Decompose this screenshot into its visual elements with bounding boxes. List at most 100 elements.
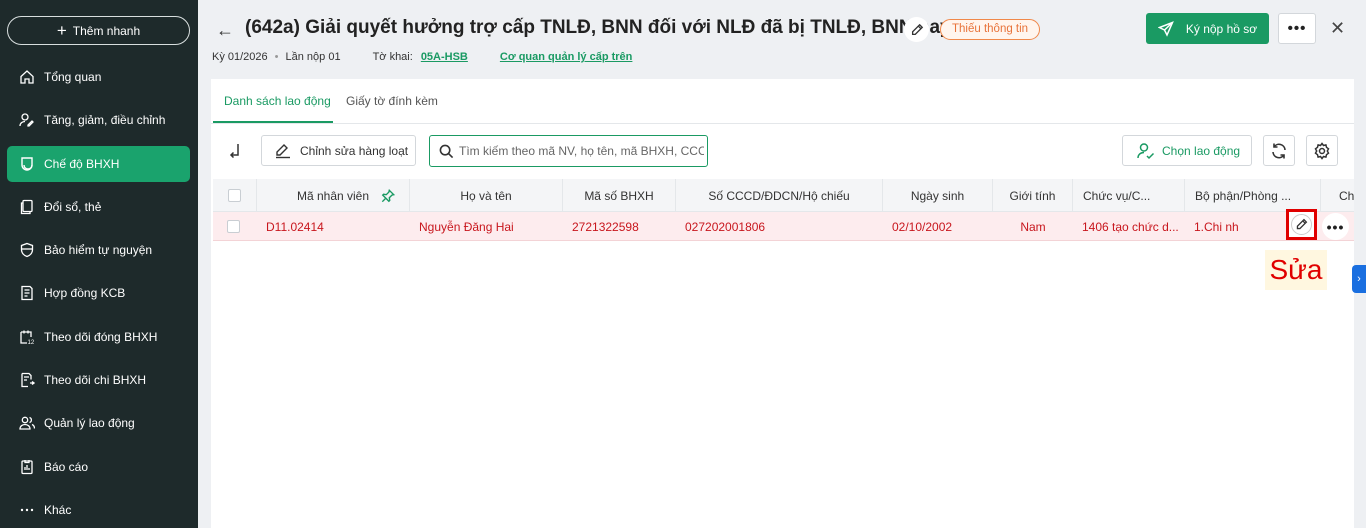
search-icon: [439, 144, 454, 158]
tab-employee-list[interactable]: Danh sách lao động: [224, 94, 331, 108]
row-edit-button[interactable]: [1286, 209, 1317, 240]
calendar-track-icon: 12: [20, 330, 35, 345]
more-horizontal-icon: •••: [1287, 20, 1307, 37]
sidebar-item-track-spending[interactable]: Theo dõi chi BHXH: [7, 362, 190, 398]
sidebar-item-bhxh-benefits[interactable]: Chế độ BHXH: [7, 145, 190, 182]
select-all-cell: [213, 179, 257, 212]
column-header-full-name[interactable]: Họ và tên: [410, 179, 563, 212]
period-text: Kỳ 01/2026: [212, 51, 268, 63]
more-dots-icon: [20, 508, 34, 512]
quick-add-label: Thêm nhanh: [72, 23, 141, 38]
document-track-icon: [21, 372, 35, 388]
plus-icon: +: [56, 21, 67, 40]
sidebar-item-label: Tăng, giảm, điều chỉnh: [44, 113, 166, 128]
column-header-label: Họ và tên: [460, 188, 512, 203]
sidebar-item-label: Theo dõi chi BHXH: [44, 373, 147, 388]
send-icon: [1157, 20, 1174, 37]
more-options-button[interactable]: •••: [1278, 13, 1316, 44]
gear-icon: [1314, 141, 1330, 160]
page-title: (642a) Giải quyết hưởng trợ cấp TNLĐ, BN…: [245, 17, 966, 38]
settings-button[interactable]: [1306, 135, 1338, 166]
expand-panel-tab[interactable]: ›: [1352, 265, 1366, 293]
form-label: Tờ khai:: [372, 51, 413, 63]
report-icon: [21, 459, 33, 474]
cell-department: 1.Chi nh: [1194, 219, 1239, 234]
sidebar-item-label: Đổi sổ, thẻ: [44, 199, 102, 214]
separator-dot: •: [274, 51, 279, 63]
user-check-icon: [1137, 142, 1155, 159]
column-header-partial[interactable]: Ch: [1321, 179, 1354, 212]
submit-label: Ký nộp hồ sơ: [1185, 21, 1258, 36]
contract-icon: [21, 286, 33, 301]
refresh-button[interactable]: [1263, 135, 1295, 166]
more-horizontal-icon: •••: [1326, 218, 1345, 235]
edit-title-button[interactable]: [904, 17, 929, 42]
agency-link[interactable]: Cơ quan quản lý cấp trên: [500, 51, 633, 63]
active-tab-indicator: [213, 121, 333, 123]
column-header-label: Ch: [1339, 188, 1354, 203]
select-all-checkbox[interactable]: [228, 189, 241, 202]
column-header-label: Bộ phận/Phòng ...: [1195, 188, 1292, 203]
column-header-label: Số CCCD/ĐDCN/Hộ chiếu: [708, 188, 850, 203]
column-header-position[interactable]: Chức vụ/C...: [1073, 179, 1185, 212]
bulk-edit-label: Chỉnh sửa hàng loạt: [300, 143, 409, 158]
column-header-dob[interactable]: Ngày sinh: [883, 179, 993, 212]
search-box[interactable]: [429, 135, 708, 167]
sidebar-item-overview[interactable]: Tổng quan: [7, 59, 190, 95]
user-edit-icon: [19, 113, 34, 127]
sidebar-item-reports[interactable]: Báo cáo: [7, 449, 190, 485]
copy-card-icon: [20, 199, 33, 215]
back-arrow-icon[interactable]: ←: [216, 20, 234, 41]
cell-full-name: Nguyễn Đăng Hai: [419, 219, 514, 234]
sidebar-item-track-payment[interactable]: 12 Theo dõi đóng BHXH: [7, 319, 190, 355]
cell-cccd: 027202001806: [685, 219, 766, 234]
quick-add-button[interactable]: + Thêm nhanh: [7, 16, 190, 45]
submission-text: Lần nộp 01: [285, 51, 341, 63]
tab-attachments[interactable]: Giấy tờ đính kèm: [346, 94, 438, 108]
sidebar-item-card-change[interactable]: Đổi sổ, thẻ: [7, 189, 190, 225]
column-header-employee-id[interactable]: Mã nhân viên: [257, 179, 410, 212]
column-header-label: Mã nhân viên: [296, 188, 370, 203]
pin-icon[interactable]: [381, 188, 395, 203]
form-code-link[interactable]: 05A-HSB: [421, 51, 468, 63]
column-header-gender[interactable]: Giới tính: [993, 179, 1073, 212]
edit-annotation-label: Sửa: [1265, 250, 1327, 290]
choose-employee-button[interactable]: Chọn lao động: [1122, 135, 1252, 166]
sidebar-item-label: Theo dõi đóng BHXH: [44, 329, 158, 344]
svg-text:12: 12: [28, 340, 35, 345]
row-select-cell: [227, 212, 240, 241]
sidebar-item-voluntary-insurance[interactable]: Bảo hiểm tự nguyện: [7, 232, 190, 268]
shield-icon: [20, 242, 34, 258]
table-header: Mã nhân viên Họ và tên Mã số BHXH Số CCC…: [213, 179, 1354, 212]
sidebar-item-label: Bảo hiểm tự nguyện: [44, 243, 153, 258]
sidebar-item-label: Quản lý lao động: [44, 416, 135, 431]
choose-employee-label: Chọn lao động: [1162, 143, 1241, 158]
pencil-icon: [1296, 218, 1308, 230]
sidebar-item-other[interactable]: Khác: [7, 492, 190, 528]
sidebar-item-adjust[interactable]: Tăng, giảm, điều chỉnh: [7, 102, 190, 138]
column-header-cccd[interactable]: Số CCCD/ĐDCN/Hộ chiếu: [676, 179, 883, 212]
sort-arrow-icon[interactable]: [228, 142, 242, 163]
search-input[interactable]: [459, 144, 704, 158]
status-badge: Thiếu thông tin: [940, 19, 1041, 40]
shield-health-icon: [21, 156, 33, 171]
close-icon[interactable]: ✕: [1330, 18, 1345, 39]
table-row[interactable]: D11.02414 Nguyễn Đăng Hai 2721322598 027…: [213, 212, 1354, 241]
chevron-right-icon: ›: [1357, 273, 1361, 285]
column-header-department[interactable]: Bộ phận/Phòng ...: [1185, 179, 1321, 212]
bulk-edit-button[interactable]: Chỉnh sửa hàng loạt: [261, 135, 416, 166]
pencil-icon: [911, 23, 923, 35]
sidebar-item-label: Hợp đồng KCB: [44, 286, 126, 301]
sidebar: + Thêm nhanh Tổng quan Tăng, giảm, điều …: [0, 0, 198, 528]
column-header-bhxh[interactable]: Mã số BHXH: [563, 179, 676, 212]
cell-dob: 02/10/2002: [892, 219, 953, 234]
row-checkbox[interactable]: [227, 220, 240, 233]
sidebar-item-labor-management[interactable]: Quản lý lao động: [7, 405, 190, 441]
cell-employee-id: D11.02414: [266, 219, 324, 234]
row-more-button[interactable]: •••: [1322, 213, 1349, 240]
sidebar-nav: Tổng quan Tăng, giảm, điều chỉnh Chế độ …: [7, 59, 190, 528]
sidebar-item-kcb-contract[interactable]: Hợp đồng KCB: [7, 275, 190, 311]
sidebar-item-label: Chế độ BHXH: [44, 156, 120, 171]
column-header-label: Chức vụ/C...: [1083, 188, 1151, 203]
submit-button[interactable]: Ký nộp hồ sơ: [1146, 13, 1269, 44]
